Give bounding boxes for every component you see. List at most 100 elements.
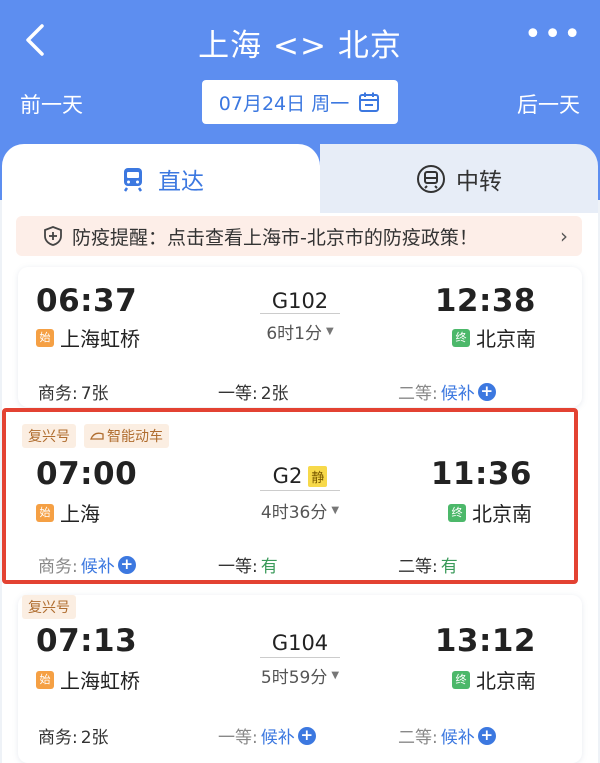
- seat-second: 二等: 有: [398, 552, 458, 577]
- tab-transfer[interactable]: 中转: [320, 144, 598, 214]
- train-tags: 复兴号: [22, 595, 76, 619]
- seat-label: 一等:: [218, 384, 258, 404]
- depart-time: 06:37: [36, 283, 138, 319]
- depart-station: 始 上海虹桥: [36, 323, 140, 352]
- duration[interactable]: 5时59分 ▼: [240, 663, 360, 688]
- start-badge: 始: [36, 328, 54, 347]
- seat-label: 二等:: [398, 728, 438, 748]
- seat-label: 二等:: [398, 384, 438, 404]
- seat-label: 商务:: [38, 728, 78, 748]
- train-number: G102: [240, 289, 360, 313]
- arrive-station-name: 北京南: [472, 502, 532, 526]
- start-badge: 始: [36, 670, 54, 689]
- arrive-station-name: 北京南: [476, 327, 536, 351]
- train-number: G2 静: [240, 464, 360, 488]
- train-number-label: G2: [272, 464, 303, 488]
- duration-label: 5时59分: [260, 668, 328, 688]
- depart-station-name: 上海虹桥: [60, 669, 140, 693]
- seat-label: 一等:: [218, 557, 258, 577]
- seat-label: 商务:: [38, 384, 78, 404]
- seat-value: 2张: [80, 728, 109, 748]
- tag-fuxing: 复兴号: [22, 424, 76, 448]
- train-nose-icon: [90, 432, 104, 440]
- arrive-station: 终 北京南: [448, 498, 532, 527]
- train-tags: 复兴号 智能动车: [22, 424, 169, 448]
- tag-fuxing: 复兴号: [22, 595, 76, 619]
- seat-value: 7张: [80, 384, 109, 404]
- transfer-icon: [417, 165, 445, 193]
- add-waitlist-icon[interactable]: +: [477, 726, 496, 745]
- shield-icon: [44, 226, 62, 246]
- arrive-time: 13:12: [434, 623, 536, 659]
- end-badge: 终: [452, 670, 470, 689]
- tab-direct[interactable]: 直达: [2, 144, 320, 214]
- seat-business[interactable]: 商务: 候补 +: [38, 552, 136, 577]
- arrive-station: 终 北京南: [452, 323, 536, 352]
- seat-label: 二等:: [398, 557, 438, 577]
- caret-down-icon: ▼: [325, 326, 334, 337]
- quiet-car-badge: 静: [308, 465, 328, 487]
- duration[interactable]: 6时1分 ▼: [240, 319, 360, 344]
- calendar-icon: [359, 92, 380, 112]
- depart-time: 07:13: [36, 623, 138, 659]
- seat-value: 有: [440, 557, 458, 577]
- caret-down-icon: ▼: [331, 505, 340, 516]
- start-badge: 始: [36, 503, 54, 522]
- seat-business: 商务: 2张: [38, 723, 109, 748]
- route-title: 上海 <> 北京: [198, 28, 402, 64]
- more-menu-icon[interactable]: •••: [524, 20, 581, 55]
- depart-station-name: 上海: [60, 502, 100, 526]
- seat-second[interactable]: 二等: 候补 +: [398, 379, 496, 404]
- end-badge: 终: [452, 328, 470, 347]
- train-card[interactable]: 06:37 始 上海虹桥 G102 6时1分 ▼ 12:38 终 北京南 商务:…: [18, 267, 582, 407]
- train-card-highlighted[interactable]: 复兴号 智能动车 07:00 始 上海 G2 静 4时36分 ▼ 11:36 终…: [2, 408, 578, 584]
- arrive-station-name: 北京南: [476, 669, 536, 693]
- date-label: 07月24日 周一: [218, 92, 350, 115]
- prev-day-button[interactable]: 前一天: [20, 89, 83, 119]
- duration[interactable]: 4时36分 ▼: [240, 498, 360, 523]
- seat-value: 2张: [260, 384, 289, 404]
- tab-transfer-label: 中转: [456, 169, 502, 195]
- seat-first: 一等: 有: [218, 552, 278, 577]
- train-card[interactable]: 复兴号 07:13 始 上海虹桥 G104 5时59分 ▼ 13:12 终 北京…: [18, 595, 582, 763]
- tab-bar: 中转 直达: [0, 144, 600, 214]
- tag-smart-emu-label: 智能动车: [107, 429, 163, 445]
- seat-first: 一等: 2张: [218, 379, 289, 404]
- add-waitlist-icon[interactable]: +: [117, 555, 136, 574]
- arrive-time: 12:38: [434, 283, 536, 319]
- train-number-label: G102: [271, 289, 329, 313]
- divider: [260, 490, 340, 491]
- divider: [260, 657, 340, 658]
- caret-down-icon: ▼: [331, 670, 340, 681]
- seat-first[interactable]: 一等: 候补 +: [218, 723, 316, 748]
- waitlist-link[interactable]: 候补: [441, 723, 475, 748]
- train-number-label: G104: [271, 631, 329, 655]
- depart-station: 始 上海: [36, 498, 100, 527]
- date-picker[interactable]: 07月24日 周一: [202, 80, 398, 124]
- seat-value: 有: [260, 557, 278, 577]
- seat-business: 商务: 7张: [38, 379, 109, 404]
- seat-second[interactable]: 二等: 候补 +: [398, 723, 496, 748]
- next-day-button[interactable]: 后一天: [517, 89, 580, 119]
- seat-label: 一等:: [218, 728, 258, 748]
- epidemic-notice-banner[interactable]: 防疫提醒：点击查看上海市-北京市的防疫政策！ ›: [16, 216, 582, 256]
- add-waitlist-icon[interactable]: +: [477, 382, 496, 401]
- depart-time: 07:00: [36, 456, 138, 492]
- waitlist-link[interactable]: 候补: [261, 723, 295, 748]
- train-number: G104: [240, 631, 360, 655]
- duration-label: 6时1分: [266, 324, 322, 344]
- depart-station-name: 上海虹桥: [60, 327, 140, 351]
- add-waitlist-icon[interactable]: +: [297, 726, 316, 745]
- duration-label: 4时36分: [260, 503, 328, 523]
- arrive-time: 11:36: [430, 456, 532, 492]
- arrive-station: 终 北京南: [452, 665, 536, 694]
- end-badge: 终: [448, 503, 466, 522]
- waitlist-link[interactable]: 候补: [81, 552, 115, 577]
- tab-direct-label: 直达: [158, 169, 204, 195]
- tag-smart-emu: 智能动车: [84, 424, 169, 448]
- divider: [260, 313, 340, 314]
- notice-text: 防疫提醒：点击查看上海市-北京市的防疫政策！: [72, 226, 478, 249]
- chevron-right-icon: ›: [560, 224, 568, 248]
- depart-station: 始 上海虹桥: [36, 665, 140, 694]
- waitlist-link[interactable]: 候补: [441, 379, 475, 404]
